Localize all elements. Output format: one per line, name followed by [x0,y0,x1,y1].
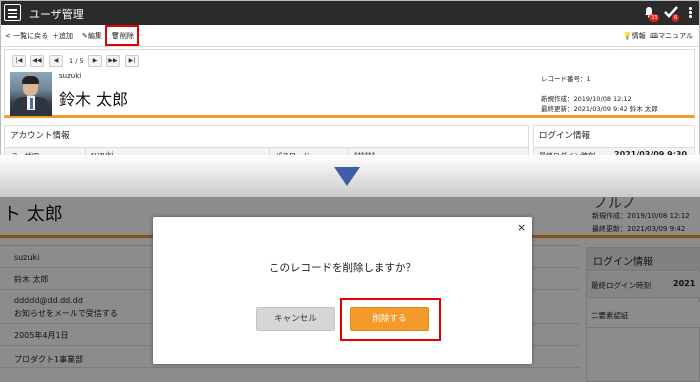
edit-button[interactable]: ✎編集 [82,31,102,41]
created-date: 新規作成：2019/10/08 12:12 [541,95,632,103]
bulb-icon: 💡 [623,32,632,40]
cancel-button[interactable]: キャンセル [256,307,335,331]
add-button[interactable]: ＋追加 [52,31,73,41]
confirm-delete-dialog: × このレコードを削除しますか？ キャンセル 削除する [153,217,532,364]
user-name: 鈴木 太郎 [59,90,129,109]
updated-date: 最終更新：2021/03/09 9:42 鈴木 太郎 [541,105,658,113]
menu-icon[interactable] [4,4,21,21]
task-badge: 6 [672,14,680,22]
last-page-icon[interactable]: ▶| [125,55,139,67]
plus-icon: ＋ [52,32,59,40]
info-button[interactable]: 💡情報 [623,31,646,41]
login-info-title: ログイン情報 [539,131,591,141]
notification-badge: 33 [649,14,660,22]
user-id: suzuki [59,72,82,80]
app-bar: ユーザ管理 33 6 [1,1,699,25]
prev-icon[interactable]: ◀ [49,55,63,67]
prev-10-icon[interactable]: ◀◀ [30,55,44,67]
first-page-icon[interactable]: |◀ [12,55,26,67]
record-number: レコード番号：1 [541,75,591,83]
dialog-message: このレコードを削除しますか？ [269,262,416,274]
back-button[interactable]: < 一覧に戻る [5,31,48,41]
next-10-icon[interactable]: ▶▶ [106,55,120,67]
kebab-icon[interactable] [689,7,693,19]
add-label: 追加 [59,32,73,40]
account-info-title: アカウント情報 [10,131,70,141]
avatar [10,72,52,116]
app-title: ユーザ管理 [29,8,84,21]
edit-label: 編集 [87,32,102,40]
manual-label: マニュアル [658,32,694,40]
info-label: 情報 [631,32,646,40]
manual-button[interactable]: 🕮マニュアル [650,31,693,43]
down-arrow-icon [334,167,360,186]
confirm-highlight-box [340,298,441,341]
pager-text: 1 / 5 [69,57,84,65]
back-label: 一覧に戻る [13,32,49,40]
close-icon[interactable]: × [517,222,526,233]
top-screenshot-panel: ユーザ管理 33 6 < 一覧に戻る ＋追加 ✎編集 🗑削除 💡情報 🕮マニュア… [0,0,700,160]
chevron-left-icon: < [5,32,11,40]
record-header-card: |◀ ◀◀ ◀ 1 / 5 ▶ ▶▶ ▶| suzuki 鈴木 太郎 レコード番… [4,49,695,118]
next-icon[interactable]: ▶ [88,55,102,67]
delete-highlight-box [105,25,139,46]
